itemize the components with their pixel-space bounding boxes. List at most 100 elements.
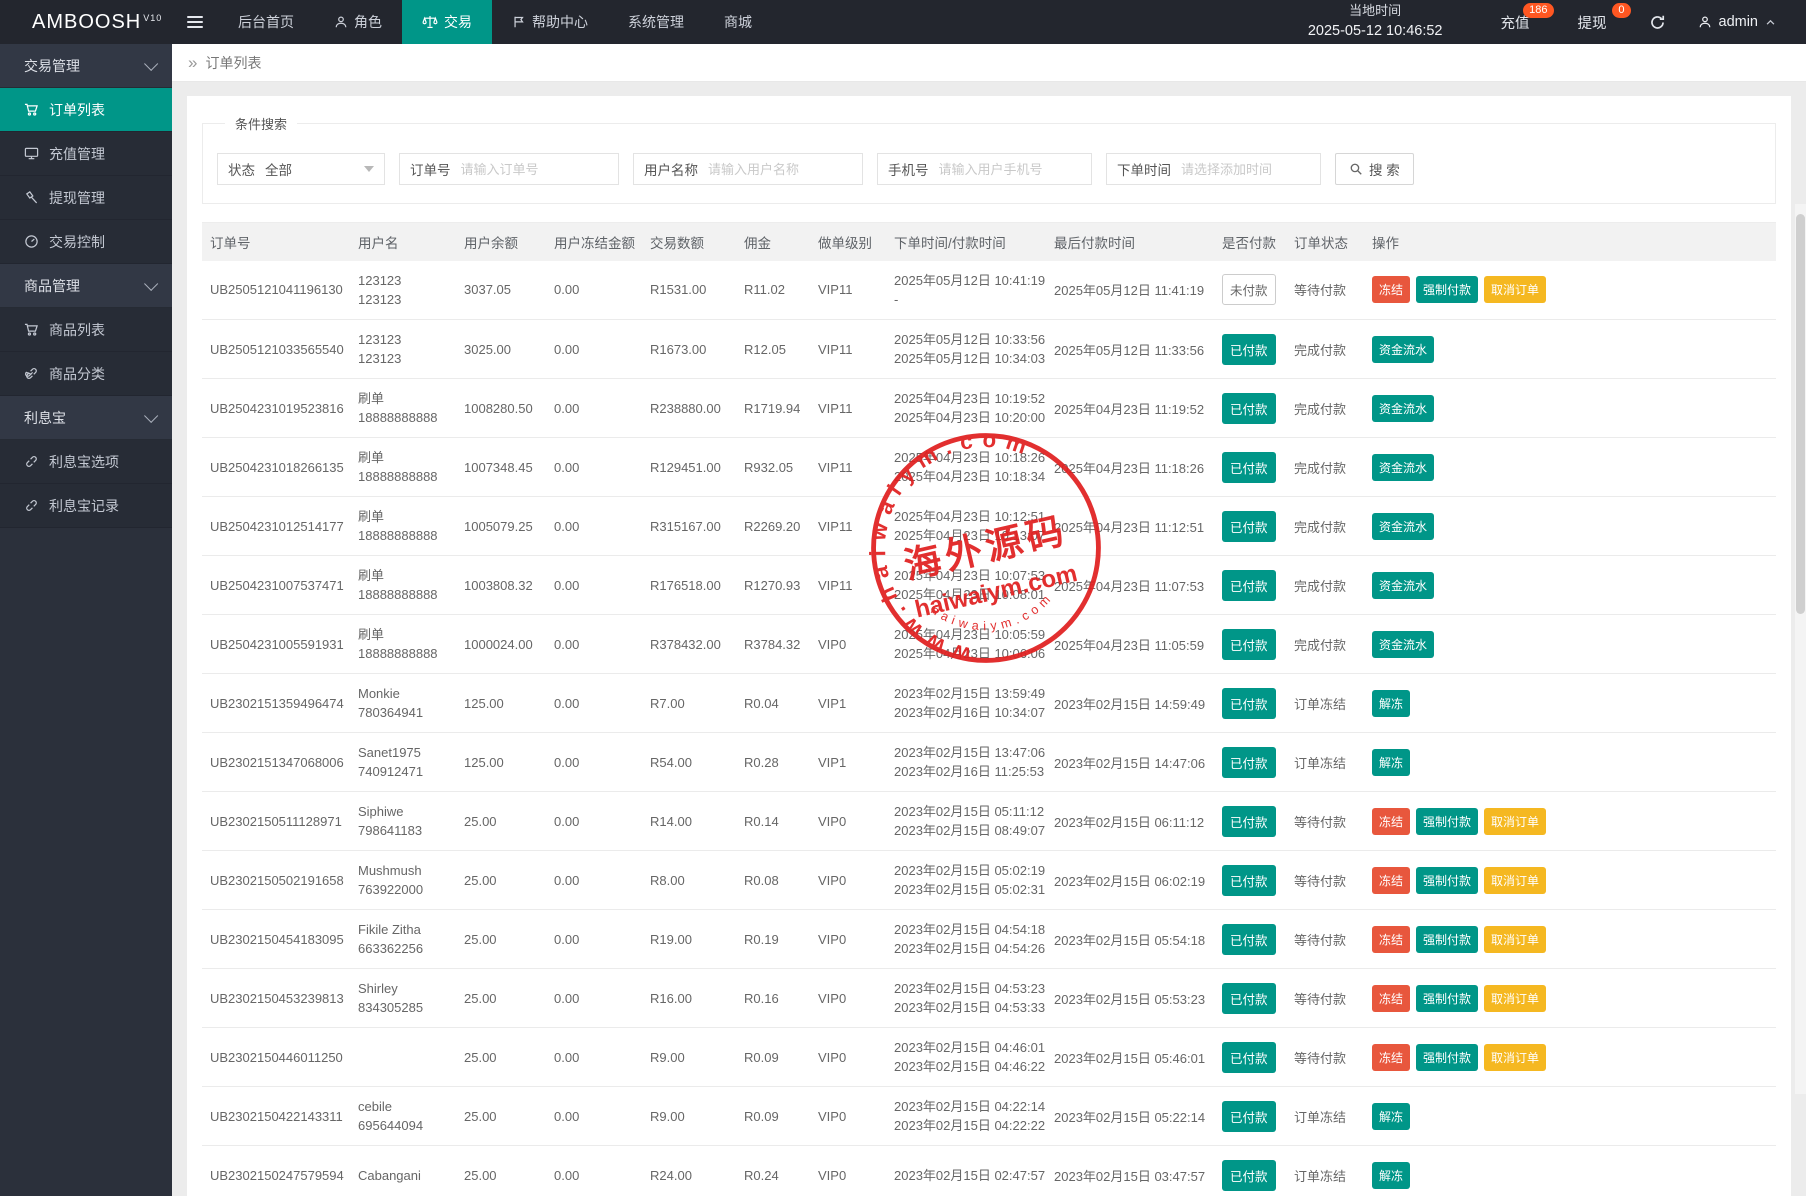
pay-status-badge[interactable]: 已付款 — [1222, 1160, 1276, 1191]
order-time-input[interactable] — [1181, 154, 1320, 184]
pay-status-badge[interactable]: 已付款 — [1222, 865, 1276, 896]
action-force-button[interactable]: 强制付款 — [1416, 808, 1478, 835]
action-cancel-button[interactable]: 取消订单 — [1484, 867, 1546, 894]
pay-status-badge[interactable]: 未付款 — [1222, 274, 1276, 305]
sidebar-item-order-list[interactable]: 订单列表 — [0, 88, 172, 132]
last-pay-time-cell: 2023年02月15日 06:11:12 — [1046, 792, 1214, 851]
nav-dashboard[interactable]: 后台首页 — [218, 0, 314, 44]
action-freeze-button[interactable]: 冻结 — [1372, 808, 1410, 835]
recharge-link[interactable]: 充值 186 — [1477, 0, 1554, 44]
search-button[interactable]: 搜 索 — [1335, 153, 1414, 185]
action-cancel-button[interactable]: 取消订单 — [1484, 926, 1546, 953]
pay-status-badge[interactable]: 已付款 — [1222, 806, 1276, 837]
row-actions: 资金流水 — [1372, 513, 1768, 540]
action-freeze-button[interactable]: 冻结 — [1372, 276, 1410, 303]
order-no-cell: UB2302150247579594 — [202, 1146, 350, 1196]
action-cancel-button[interactable]: 取消订单 — [1484, 276, 1546, 303]
action-flow-button[interactable]: 资金流水 — [1372, 454, 1434, 481]
vertical-scrollbar[interactable] — [1795, 204, 1806, 1094]
username-input[interactable] — [708, 154, 862, 184]
action-cancel-button[interactable]: 取消订单 — [1484, 985, 1546, 1012]
nav-mall[interactable]: 商城 — [704, 0, 772, 44]
pay-status-badge[interactable]: 已付款 — [1222, 983, 1276, 1014]
balance-cell: 125.00 — [456, 733, 546, 792]
action-cancel-button[interactable]: 取消订单 — [1484, 1044, 1546, 1071]
table-row: UB2302150247579594 Cabangani 25.00 0.00 … — [202, 1146, 1776, 1196]
sidebar-group-trade-manage[interactable]: 交易管理 — [0, 44, 172, 88]
row-actions: 冻结强制付款取消订单 — [1372, 867, 1768, 894]
action-freeze-button[interactable]: 冻结 — [1372, 985, 1410, 1012]
refresh-button[interactable] — [1631, 0, 1684, 44]
col-commission: 佣金 — [736, 223, 810, 261]
last-pay-time-cell: 2023年02月15日 06:02:19 — [1046, 851, 1214, 910]
action-force-button[interactable]: 强制付款 — [1416, 926, 1478, 953]
action-force-button[interactable]: 强制付款 — [1416, 985, 1478, 1012]
pay-status-badge[interactable]: 已付款 — [1222, 334, 1276, 365]
action-force-button[interactable]: 强制付款 — [1416, 867, 1478, 894]
pay-status-badge[interactable]: 已付款 — [1222, 688, 1276, 719]
sidebar-item-product-list[interactable]: 商品列表 — [0, 308, 172, 352]
action-unfreeze-button[interactable]: 解冻 — [1372, 690, 1410, 717]
action-unfreeze-button[interactable]: 解冻 — [1372, 749, 1410, 776]
commission-cell: R0.09 — [736, 1028, 810, 1087]
nav-trade[interactable]: 交易 — [402, 0, 492, 44]
status-select[interactable]: 全部 — [265, 159, 384, 179]
sidebar-group-interest-treasure[interactable]: 利息宝 — [0, 396, 172, 440]
scrollbar-thumb[interactable] — [1796, 214, 1805, 614]
action-force-button[interactable]: 强制付款 — [1416, 1044, 1478, 1071]
nav-roles[interactable]: 角色 — [314, 0, 402, 44]
sidebar-group-product-manage[interactable]: 商品管理 — [0, 264, 172, 308]
pay-status-badge[interactable]: 已付款 — [1222, 452, 1276, 483]
search-filters: 状态 全部 订单号 用户名称 — [217, 153, 1761, 185]
order-no-cell: UB2504231005591931 — [202, 615, 350, 674]
action-freeze-button[interactable]: 冻结 — [1372, 926, 1410, 953]
admin-menu[interactable]: admin — [1684, 0, 1806, 44]
order-time-cell: 2023年02月15日 05:02:192023年02月15日 05:02:31 — [886, 851, 1046, 910]
amount-cell: R24.00 — [642, 1146, 736, 1196]
withdraw-link[interactable]: 提现 0 — [1554, 0, 1631, 44]
level-cell: VIP11 — [810, 497, 886, 556]
sidebar-item-recharge-manage[interactable]: 充值管理 — [0, 132, 172, 176]
order-status-cell: 完成付款 — [1286, 615, 1364, 674]
sidebar-item-interest-records[interactable]: 利息宝记录 — [0, 484, 172, 528]
sidebar-item-product-category[interactable]: 商品分类 — [0, 352, 172, 396]
pay-status-badge[interactable]: 已付款 — [1222, 629, 1276, 660]
pay-status-badge[interactable]: 已付款 — [1222, 511, 1276, 542]
actions-cell: 解冻 — [1364, 674, 1776, 733]
action-unfreeze-button[interactable]: 解冻 — [1372, 1103, 1410, 1130]
sidebar-item-withdraw-manage[interactable]: 提现管理 — [0, 176, 172, 220]
pay-status-badge[interactable]: 已付款 — [1222, 924, 1276, 955]
user-cell: 刷单18888888888 — [350, 615, 456, 674]
search-fieldset: 条件搜索 状态 全部 订单号 — [202, 114, 1776, 204]
col-level: 做单级别 — [810, 223, 886, 261]
action-freeze-button[interactable]: 冻结 — [1372, 1044, 1410, 1071]
col-frozen: 用户冻结金额 — [546, 223, 642, 261]
pay-status-badge[interactable]: 已付款 — [1222, 1101, 1276, 1132]
last-pay-time-cell: 2025年05月12日 11:33:56 — [1046, 320, 1214, 379]
action-flow-button[interactable]: 资金流水 — [1372, 336, 1434, 363]
action-cancel-button[interactable]: 取消订单 — [1484, 808, 1546, 835]
order-no-input[interactable] — [461, 154, 619, 184]
action-flow-button[interactable]: 资金流水 — [1372, 631, 1434, 658]
sidebar-item-interest-options[interactable]: 利息宝选项 — [0, 440, 172, 484]
action-flow-button[interactable]: 资金流水 — [1372, 572, 1434, 599]
pay-status-badge[interactable]: 已付款 — [1222, 393, 1276, 424]
row-actions: 资金流水 — [1372, 454, 1768, 481]
pay-status-badge[interactable]: 已付款 — [1222, 747, 1276, 778]
sidebar-item-trade-control[interactable]: 交易控制 — [0, 220, 172, 264]
action-freeze-button[interactable]: 冻结 — [1372, 867, 1410, 894]
hamburger-menu-icon[interactable] — [172, 0, 218, 44]
top-bar: AMBOOSHV10 后台首页 角色 交易 帮助中心 系统管理 商城 当地时间 — [0, 0, 1806, 44]
action-unfreeze-button[interactable]: 解冻 — [1372, 1162, 1410, 1189]
pay-status-badge[interactable]: 已付款 — [1222, 1042, 1276, 1073]
nav-help-center[interactable]: 帮助中心 — [492, 0, 608, 44]
level-cell: VIP11 — [810, 261, 886, 320]
action-flow-button[interactable]: 资金流水 — [1372, 513, 1434, 540]
pay-status-badge[interactable]: 已付款 — [1222, 570, 1276, 601]
phone-input[interactable] — [939, 154, 1092, 184]
nav-system-manage[interactable]: 系统管理 — [608, 0, 704, 44]
pay-status-cell: 已付款 — [1214, 851, 1286, 910]
action-force-button[interactable]: 强制付款 — [1416, 276, 1478, 303]
col-balance: 用户余额 — [456, 223, 546, 261]
action-flow-button[interactable]: 资金流水 — [1372, 395, 1434, 422]
